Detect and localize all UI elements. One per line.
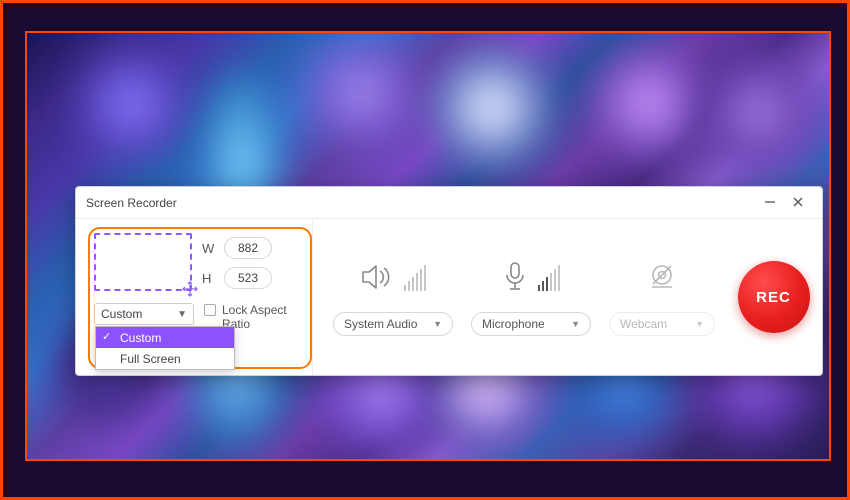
dropdown-item-custom[interactable]: ✓ Custom	[96, 327, 234, 348]
mic-level-icon	[538, 265, 560, 291]
check-icon: ✓	[102, 330, 111, 343]
capture-region-preview[interactable]	[94, 233, 192, 291]
record-button-label: REC	[756, 289, 791, 306]
dropdown-item-fullscreen[interactable]: Full Screen	[96, 348, 234, 369]
capture-mode-select[interactable]: Custom ▼ ✓ Custom Full Screen	[94, 303, 194, 325]
speaker-icon	[360, 262, 394, 295]
chevron-down-icon: ▼	[695, 319, 704, 329]
sources-section: System Audio ▼	[313, 219, 725, 375]
chevron-down-icon: ▼	[571, 319, 580, 329]
chevron-down-icon: ▼	[177, 309, 187, 320]
chevron-down-icon: ▼	[433, 319, 442, 329]
desktop-background: Screen Recorder	[25, 31, 831, 461]
height-input[interactable]: 523	[224, 267, 272, 289]
microphone-source: Microphone ▼	[471, 258, 591, 336]
record-section: REC	[725, 219, 822, 375]
minimize-button[interactable]	[756, 196, 784, 210]
system-audio-select[interactable]: System Audio ▼	[333, 312, 453, 336]
audio-level-icon	[404, 265, 426, 291]
width-input[interactable]: 882	[224, 237, 272, 259]
webcam-off-icon	[646, 261, 678, 296]
recorder-content: W 882 H 523 Custom ▼	[76, 219, 822, 375]
record-button[interactable]: REC	[738, 261, 810, 333]
microphone-select[interactable]: Microphone ▼	[471, 312, 591, 336]
webcam-source: Webcam ▼	[609, 258, 715, 336]
resize-handle-icon[interactable]	[182, 281, 198, 297]
window-title: Screen Recorder	[86, 196, 756, 210]
window-titlebar[interactable]: Screen Recorder	[76, 187, 822, 219]
lock-aspect-checkbox[interactable]	[204, 304, 216, 316]
capture-mode-dropdown: ✓ Custom Full Screen	[95, 326, 235, 370]
webcam-select[interactable]: Webcam ▼	[609, 312, 715, 336]
close-button[interactable]	[784, 196, 812, 210]
microphone-icon	[502, 261, 528, 296]
system-audio-source: System Audio ▼	[333, 258, 453, 336]
app-outer-frame: Screen Recorder	[0, 0, 850, 500]
width-label: W	[202, 241, 216, 256]
screen-recorder-window: Screen Recorder	[75, 186, 823, 376]
capture-mode-value: Custom	[101, 307, 142, 321]
capture-area-section: W 882 H 523 Custom ▼	[76, 219, 313, 375]
height-label: H	[202, 271, 216, 286]
